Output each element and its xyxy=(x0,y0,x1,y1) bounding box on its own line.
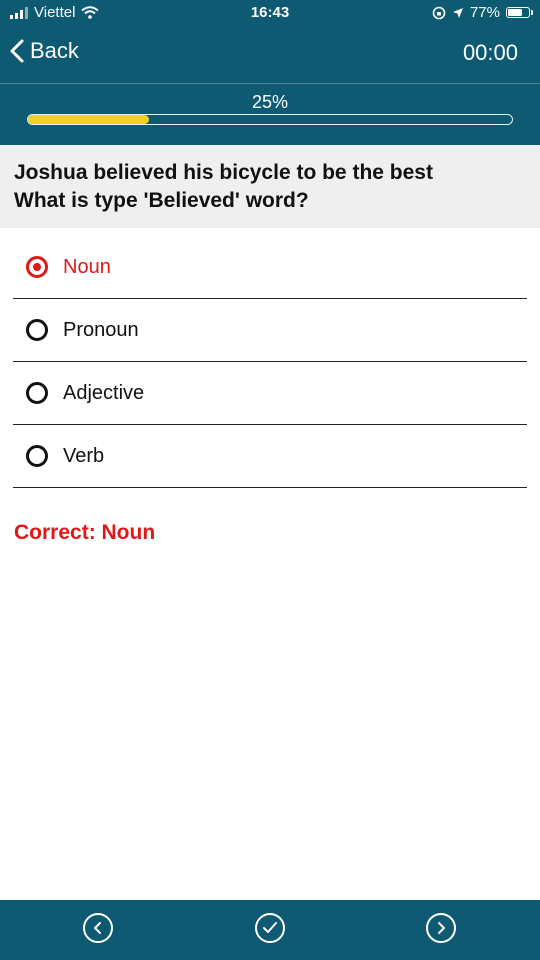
chevron-left-icon xyxy=(10,39,24,63)
check-circle-icon xyxy=(263,922,277,933)
radio-icon xyxy=(26,319,48,341)
battery-fill xyxy=(508,9,522,16)
option-label: Verb xyxy=(63,444,105,467)
correct-answer-text: Correct: Noun xyxy=(14,521,156,544)
progress-label: 25% xyxy=(251,92,289,112)
radio-icon xyxy=(26,445,48,467)
next-button[interactable] xyxy=(426,913,456,943)
bottom-toolbar xyxy=(0,900,540,960)
option-label: Pronoun xyxy=(63,318,139,341)
divider xyxy=(0,83,540,84)
question-line-2: What is type 'Believed' word? xyxy=(14,189,309,212)
radio-icon xyxy=(26,256,48,278)
battery-percent: 77% xyxy=(469,4,500,21)
option-verb[interactable]: Verb xyxy=(13,425,527,488)
option-label: Noun xyxy=(63,255,111,278)
chevron-left-circle-icon xyxy=(94,922,101,934)
option-pronoun[interactable]: Pronoun xyxy=(13,299,527,362)
check-button[interactable] xyxy=(255,913,285,943)
back-button[interactable]: Back xyxy=(10,38,79,64)
header: Viettel 16:43 77% Back 00:00 25% xyxy=(0,0,540,145)
previous-button[interactable] xyxy=(83,913,113,943)
progress-bar xyxy=(27,114,513,125)
radio-icon xyxy=(26,382,48,404)
status-right: 77% xyxy=(432,4,533,21)
status-bar: Viettel 16:43 77% xyxy=(0,0,540,28)
option-adjective[interactable]: Adjective xyxy=(13,362,527,425)
orientation-lock-icon xyxy=(432,6,446,19)
question-panel: Joshua believed his bicycle to be the be… xyxy=(0,145,540,228)
nav-bar: Back 00:00 xyxy=(0,28,540,83)
progress-fill xyxy=(28,115,149,124)
battery-icon xyxy=(506,7,533,18)
option-label: Adjective xyxy=(63,381,145,404)
chevron-right-circle-icon xyxy=(438,922,445,934)
answer-options: Noun Pronoun Adjective Verb xyxy=(13,236,527,488)
question-line-1: Joshua believed his bicycle to be the be… xyxy=(14,161,433,184)
location-icon xyxy=(452,7,463,18)
option-noun[interactable]: Noun xyxy=(13,236,527,299)
timer: 00:00 xyxy=(462,40,518,65)
quiz-screen: Viettel 16:43 77% Back 00:00 25% Joshua … xyxy=(0,0,540,960)
back-label: Back xyxy=(30,38,79,63)
